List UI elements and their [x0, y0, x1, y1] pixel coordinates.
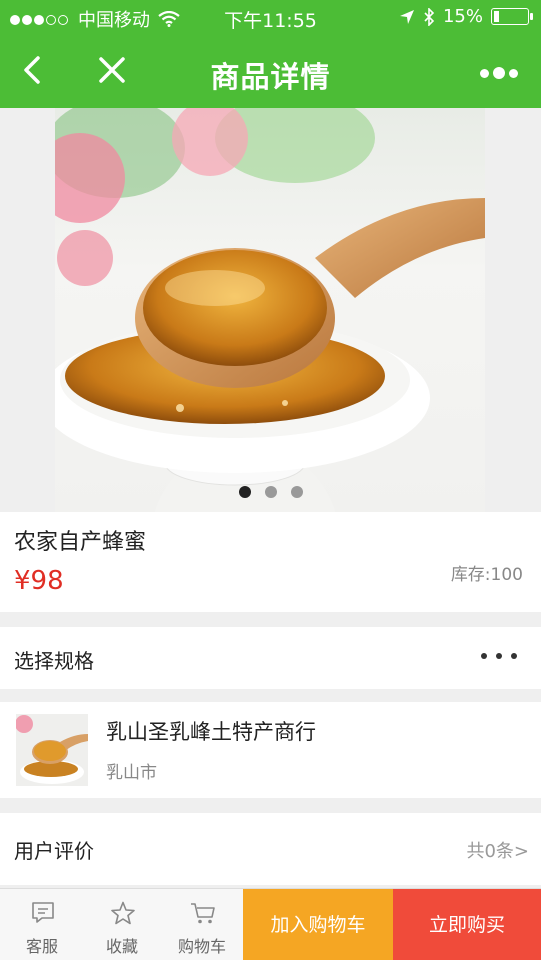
- product-stock: 库存:100: [450, 565, 523, 585]
- battery-percent: 15%: [442, 6, 483, 27]
- select-spec-row[interactable]: 选择规格: [0, 627, 541, 689]
- battery-icon: [491, 8, 533, 25]
- shop-card[interactable]: 乳山圣乳峰土特产商行 乳山市: [0, 702, 541, 798]
- select-spec-label: 选择规格: [14, 649, 94, 673]
- add-to-cart-button[interactable]: 加入购物车: [243, 889, 393, 960]
- top-bar: 中国移动 下午11:55 15% 商品详情: [0, 0, 541, 108]
- buy-now-button[interactable]: 立即购买: [393, 889, 541, 960]
- bluetooth-icon: [424, 7, 435, 26]
- product-info: 农家自产蜂蜜 ¥98 库存:100: [0, 512, 541, 612]
- product-image-carousel[interactable]: [0, 108, 541, 512]
- more-icon[interactable]: [477, 58, 521, 88]
- favorite-button[interactable]: 收藏: [82, 889, 162, 960]
- star-icon: [111, 901, 135, 925]
- location-icon: [399, 9, 414, 24]
- page-title: 商品详情: [210, 60, 331, 94]
- service-button[interactable]: 客服: [2, 889, 82, 960]
- cart-icon: [191, 903, 215, 924]
- user-reviews-row[interactable]: 用户评价 共0条>: [0, 813, 541, 885]
- service-label: 客服: [25, 937, 58, 956]
- battery-fill: [494, 11, 499, 22]
- more-dots-icon: [481, 653, 517, 659]
- shop-thumbnail: [16, 714, 88, 786]
- nav-bar: 商品详情: [0, 36, 541, 108]
- reviews-count: 共0条>: [466, 841, 529, 862]
- favorite-label: 收藏: [105, 937, 138, 956]
- carousel-dot[interactable]: [238, 486, 251, 498]
- product-image: [55, 108, 485, 512]
- shop-city: 乳山市: [106, 763, 157, 783]
- carousel-dot[interactable]: [264, 486, 277, 498]
- status-right: 15%: [399, 6, 533, 27]
- cart-label: 购物车: [177, 937, 226, 956]
- carousel-indicator: [0, 486, 541, 498]
- status-bar: 中国移动 下午11:55 15%: [0, 0, 541, 36]
- product-name: 农家自产蜂蜜: [14, 530, 147, 555]
- service-icon: [32, 902, 54, 923]
- bottom-action-bar: 客服 收藏 购物车 加入购物车 立即购买: [0, 888, 541, 960]
- carousel-dot[interactable]: [290, 486, 303, 498]
- product-price: ¥98: [14, 566, 64, 596]
- shop-name: 乳山圣乳峰土特产商行: [106, 720, 316, 744]
- reviews-label: 用户评价: [14, 839, 94, 863]
- cart-nav-button[interactable]: 购物车: [162, 889, 242, 960]
